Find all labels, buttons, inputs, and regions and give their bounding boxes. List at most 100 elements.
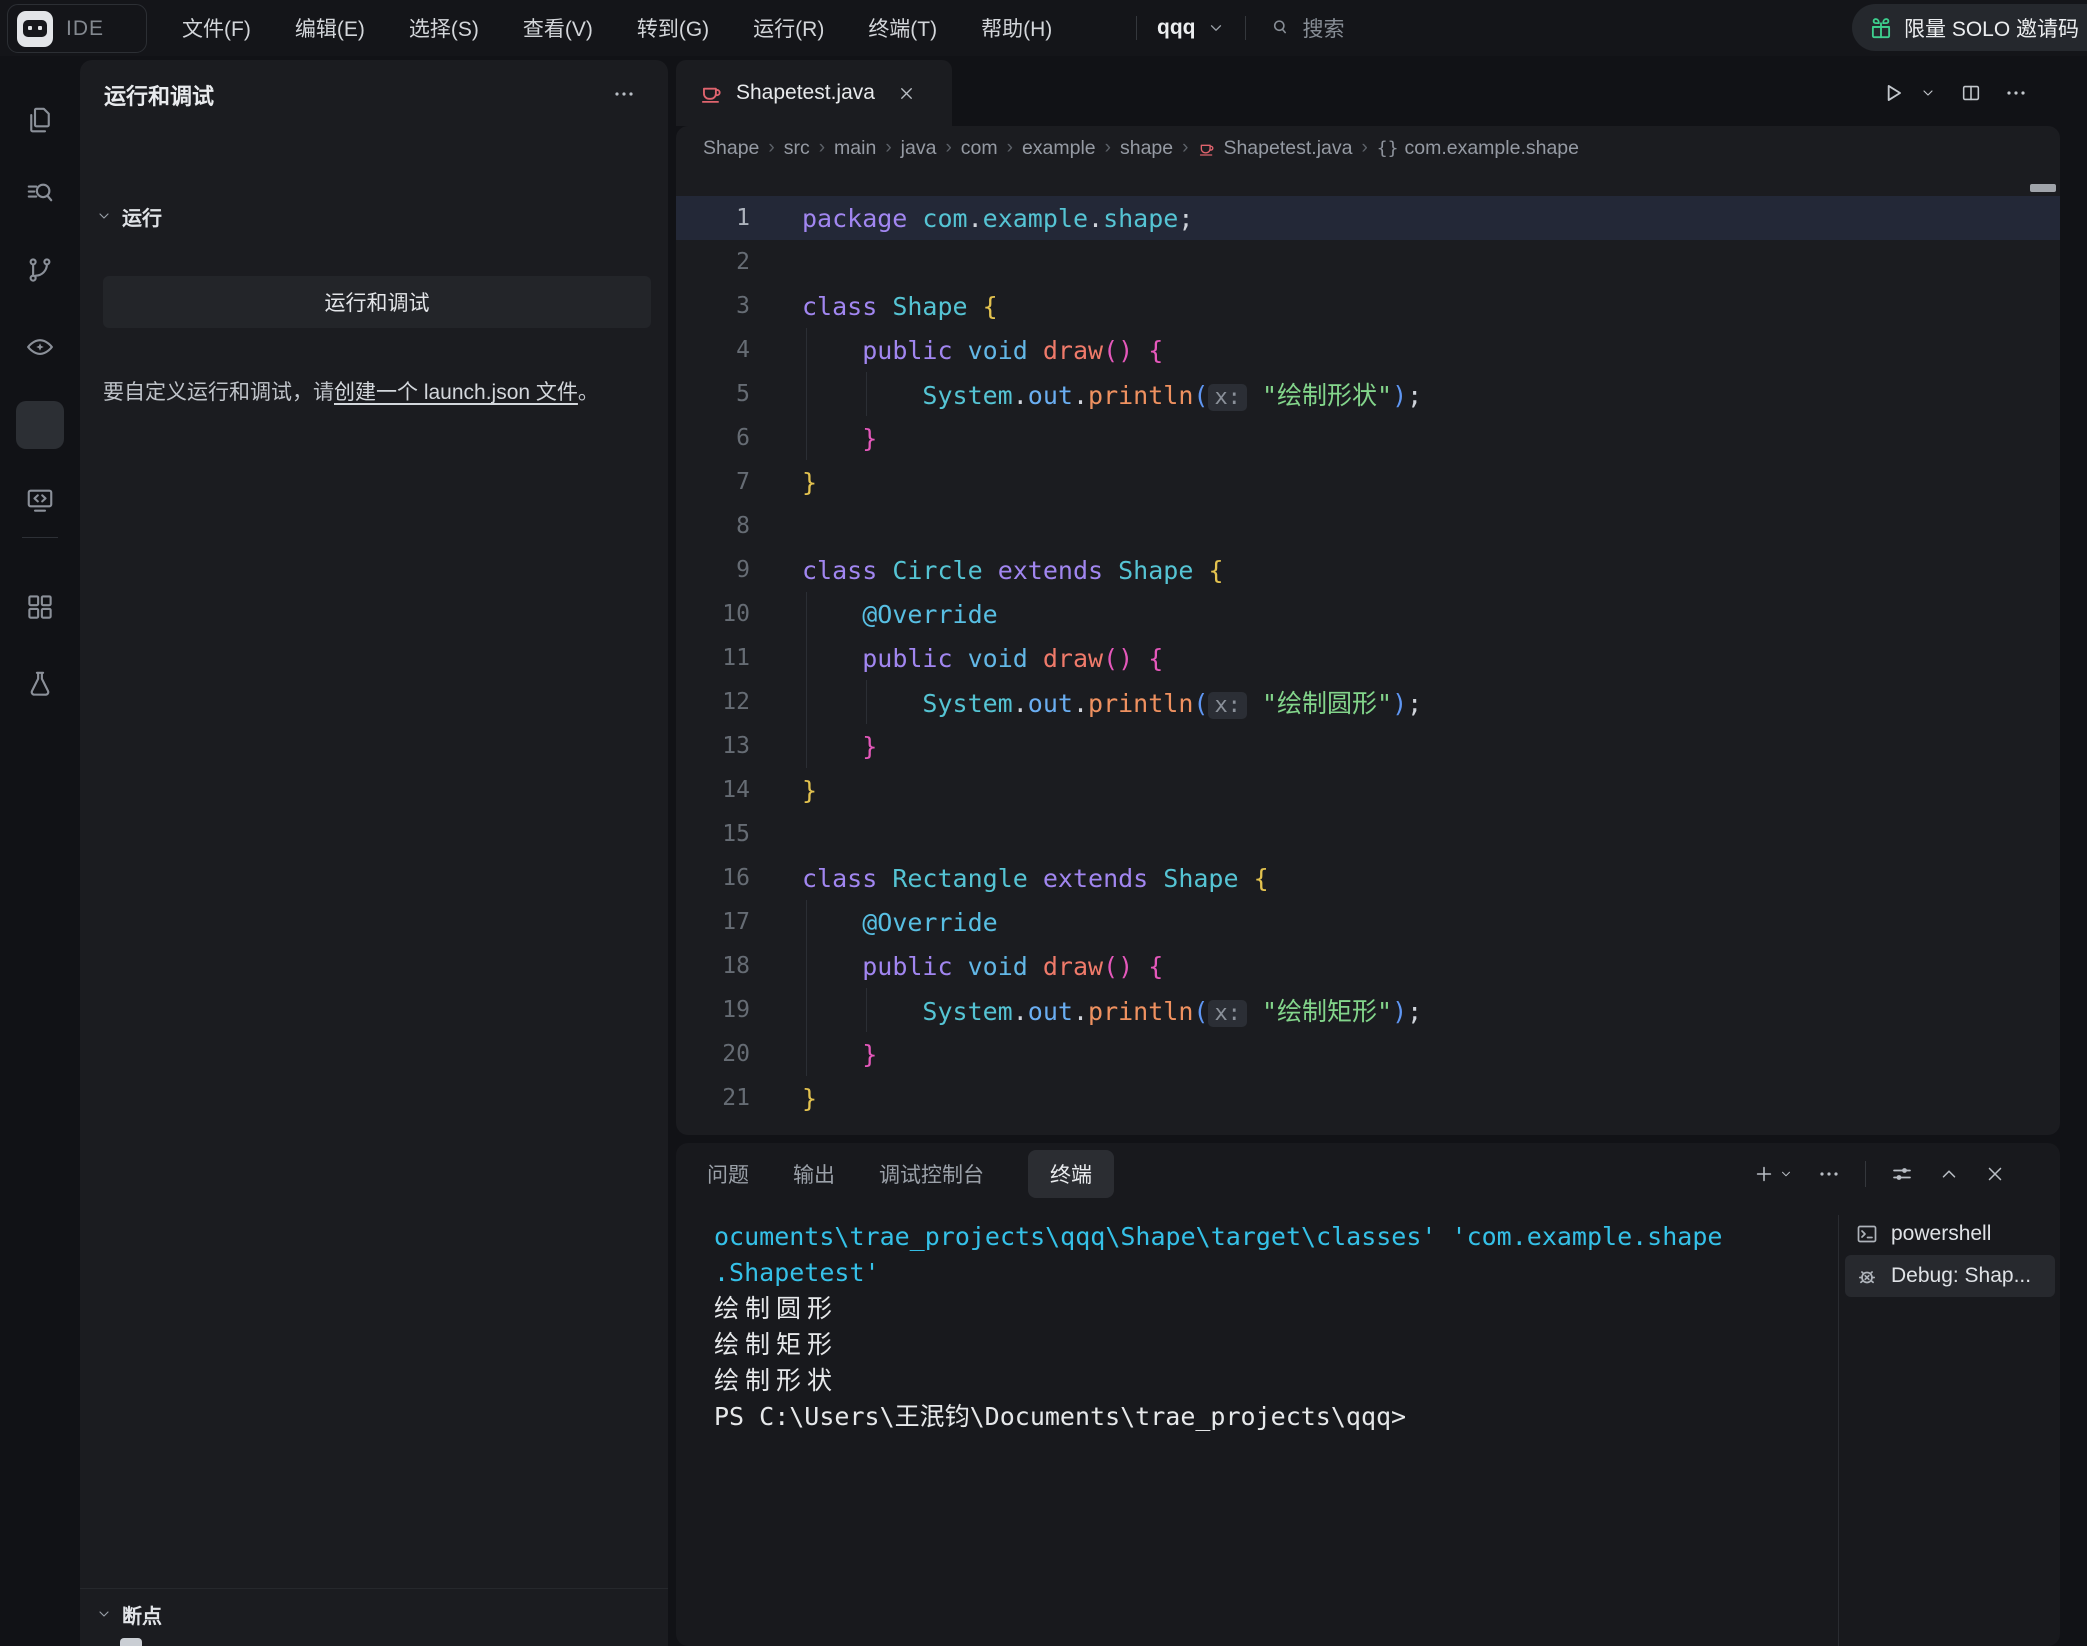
close-icon[interactable]: [1984, 1163, 2006, 1185]
activity-item-extensions[interactable]: [0, 583, 80, 631]
gutter-line-number[interactable]: 18: [676, 953, 750, 979]
app-logo-group[interactable]: IDE: [7, 4, 147, 53]
panel-tab-2[interactable]: 输出: [793, 1159, 835, 1189]
gutter-line-number[interactable]: 20: [676, 1041, 750, 1067]
gutter-line-number[interactable]: 6: [676, 425, 750, 451]
gutter-line-number[interactable]: 4: [676, 337, 750, 363]
gutter-line-number[interactable]: 17: [676, 909, 750, 935]
gutter-line-number[interactable]: 3: [676, 293, 750, 319]
gutter-line-number[interactable]: 9: [676, 557, 750, 583]
ellipsis-icon[interactable]: [612, 82, 636, 106]
gutter-line-number[interactable]: 19: [676, 997, 750, 1023]
gutter-line-number[interactable]: 12: [676, 689, 750, 715]
code-editor[interactable]: 1package com.example.shape;23class Shape…: [676, 170, 2060, 1135]
breadcrumb-file[interactable]: Shapetest.java: [1223, 137, 1352, 160]
activity-item-run-and-debug[interactable]: [0, 401, 80, 449]
breadcrumb-item[interactable]: com: [961, 137, 998, 160]
breadcrumb-item[interactable]: shape: [1120, 137, 1173, 160]
chevron-right-icon: ›: [1361, 137, 1367, 159]
breadcrumb-item[interactable]: example: [1022, 137, 1096, 160]
menu-item-3[interactable]: 选择(S): [387, 13, 501, 43]
gutter-line-number[interactable]: 1: [676, 205, 750, 231]
terminal-session-debug--shap---[interactable]: Debug: Shap...: [1845, 1255, 2055, 1297]
panel-tab-3[interactable]: 调试控制台: [879, 1159, 984, 1189]
run-debug-button[interactable]: 运行和调试: [103, 276, 651, 328]
breadcrumb-item[interactable]: java: [901, 137, 937, 160]
run-section-header[interactable]: 运行: [96, 202, 162, 231]
code-line-15: 15: [676, 812, 2060, 856]
ellipsis-icon[interactable]: [1817, 1162, 1841, 1186]
menu-item-1[interactable]: 文件(F): [160, 13, 273, 43]
menu-item-6[interactable]: 运行(R): [731, 13, 846, 43]
activity-item-editor-server[interactable]: [0, 476, 80, 524]
panel-tab-4[interactable]: 终端: [1028, 1150, 1114, 1198]
close-icon[interactable]: [897, 84, 916, 103]
chevron-up-icon[interactable]: [1938, 1163, 1960, 1185]
gutter-line-number[interactable]: 5: [676, 381, 750, 407]
terminal-session-powershell[interactable]: powershell: [1845, 1213, 2055, 1255]
chevron-down-icon: [96, 1606, 112, 1624]
gutter-line-number[interactable]: 7: [676, 469, 750, 495]
tune-icon[interactable]: [1890, 1162, 1914, 1186]
terminal-list-divider: [1838, 1215, 1839, 1646]
solo-invite-badge[interactable]: 限量 SOLO 邀请码: [1852, 4, 2087, 51]
breadcrumb-item[interactable]: main: [834, 137, 876, 160]
gutter-line-number[interactable]: 15: [676, 821, 750, 847]
chevron-up-icon[interactable]: [1938, 1163, 1960, 1185]
activity-item-source-control[interactable]: [0, 246, 80, 294]
menu-item-8[interactable]: 帮助(H): [959, 13, 1074, 43]
breadcrumb-item[interactable]: src: [784, 137, 810, 160]
tab-shapetest-java[interactable]: Shapetest.java: [676, 60, 952, 126]
chevron-down-icon[interactable]: [1920, 85, 1936, 101]
chevron-down-icon[interactable]: [1207, 19, 1225, 37]
menu-item-5[interactable]: 转到(G): [615, 13, 731, 43]
menu-item-2[interactable]: 编辑(E): [273, 13, 387, 43]
split-editor-icon[interactable]: [1960, 82, 1982, 104]
gutter-line-number[interactable]: 11: [676, 645, 750, 671]
gutter-line-number[interactable]: 14: [676, 777, 750, 803]
breakpoints-section-header[interactable]: 断点: [96, 1600, 162, 1629]
launch-json-hint: 要自定义运行和调试，请创建一个 launch.json 文件。: [103, 374, 659, 411]
gutter-line-number[interactable]: 8: [676, 513, 750, 539]
gutter-line-number[interactable]: 21: [676, 1085, 750, 1111]
play-icon[interactable]: [1880, 80, 1906, 106]
split-editor-icon[interactable]: [1960, 82, 1982, 104]
menu-item-7[interactable]: 终端(T): [846, 13, 959, 43]
panel-tab-1[interactable]: 问题: [707, 1159, 749, 1189]
terminal-line: 绘制形状: [714, 1363, 1824, 1399]
breadcrumb-symbol[interactable]: com.example.shape: [1404, 137, 1579, 160]
run-file-button[interactable]: [1880, 80, 1906, 106]
editor-scrollbar-thumb[interactable]: [2030, 184, 2056, 192]
activity-item-preview[interactable]: [0, 323, 80, 371]
project-selector[interactable]: qqq: [1157, 16, 1195, 40]
hint-suffix: 。: [578, 381, 599, 404]
close-icon[interactable]: [897, 84, 916, 103]
indent-guide: [806, 944, 807, 988]
ellipsis-icon[interactable]: [2004, 81, 2028, 105]
new-terminal-button[interactable]: [1753, 1163, 1793, 1185]
gutter-line-number[interactable]: 13: [676, 733, 750, 759]
git-branch-icon: [25, 255, 55, 285]
sidebar-header: 运行和调试: [80, 60, 668, 130]
code-text: @Override: [802, 908, 998, 937]
ellipsis-icon[interactable]: [1817, 1162, 1841, 1186]
breakpoint-checkbox[interactable]: [120, 1638, 142, 1646]
gutter-line-number[interactable]: 16: [676, 865, 750, 891]
ellipsis-icon[interactable]: [2004, 81, 2028, 105]
inlay-hint: x:: [1208, 692, 1247, 719]
activity-item-explorer[interactable]: [0, 96, 80, 144]
gutter-line-number[interactable]: 2: [676, 249, 750, 275]
search-box[interactable]: 搜索: [1266, 13, 1344, 43]
tune-icon[interactable]: [1890, 1162, 1914, 1186]
chevron-down-icon[interactable]: [1920, 84, 1936, 102]
terminal-output[interactable]: ocuments\trae_projects\qqq\Shape\target\…: [714, 1219, 1824, 1435]
create-launch-json-link[interactable]: 创建一个 launch.json 文件: [334, 381, 578, 404]
chevron-down-icon: [96, 1606, 112, 1622]
gutter-line-number[interactable]: 10: [676, 601, 750, 627]
activity-item-testing[interactable]: [0, 660, 80, 708]
project-area: qqq 搜索: [1116, 0, 1344, 56]
activity-item-search[interactable]: [0, 170, 80, 218]
menu-item-4[interactable]: 查看(V): [501, 13, 615, 43]
close-icon[interactable]: [1984, 1163, 2006, 1185]
breadcrumb-item[interactable]: Shape: [703, 137, 759, 160]
